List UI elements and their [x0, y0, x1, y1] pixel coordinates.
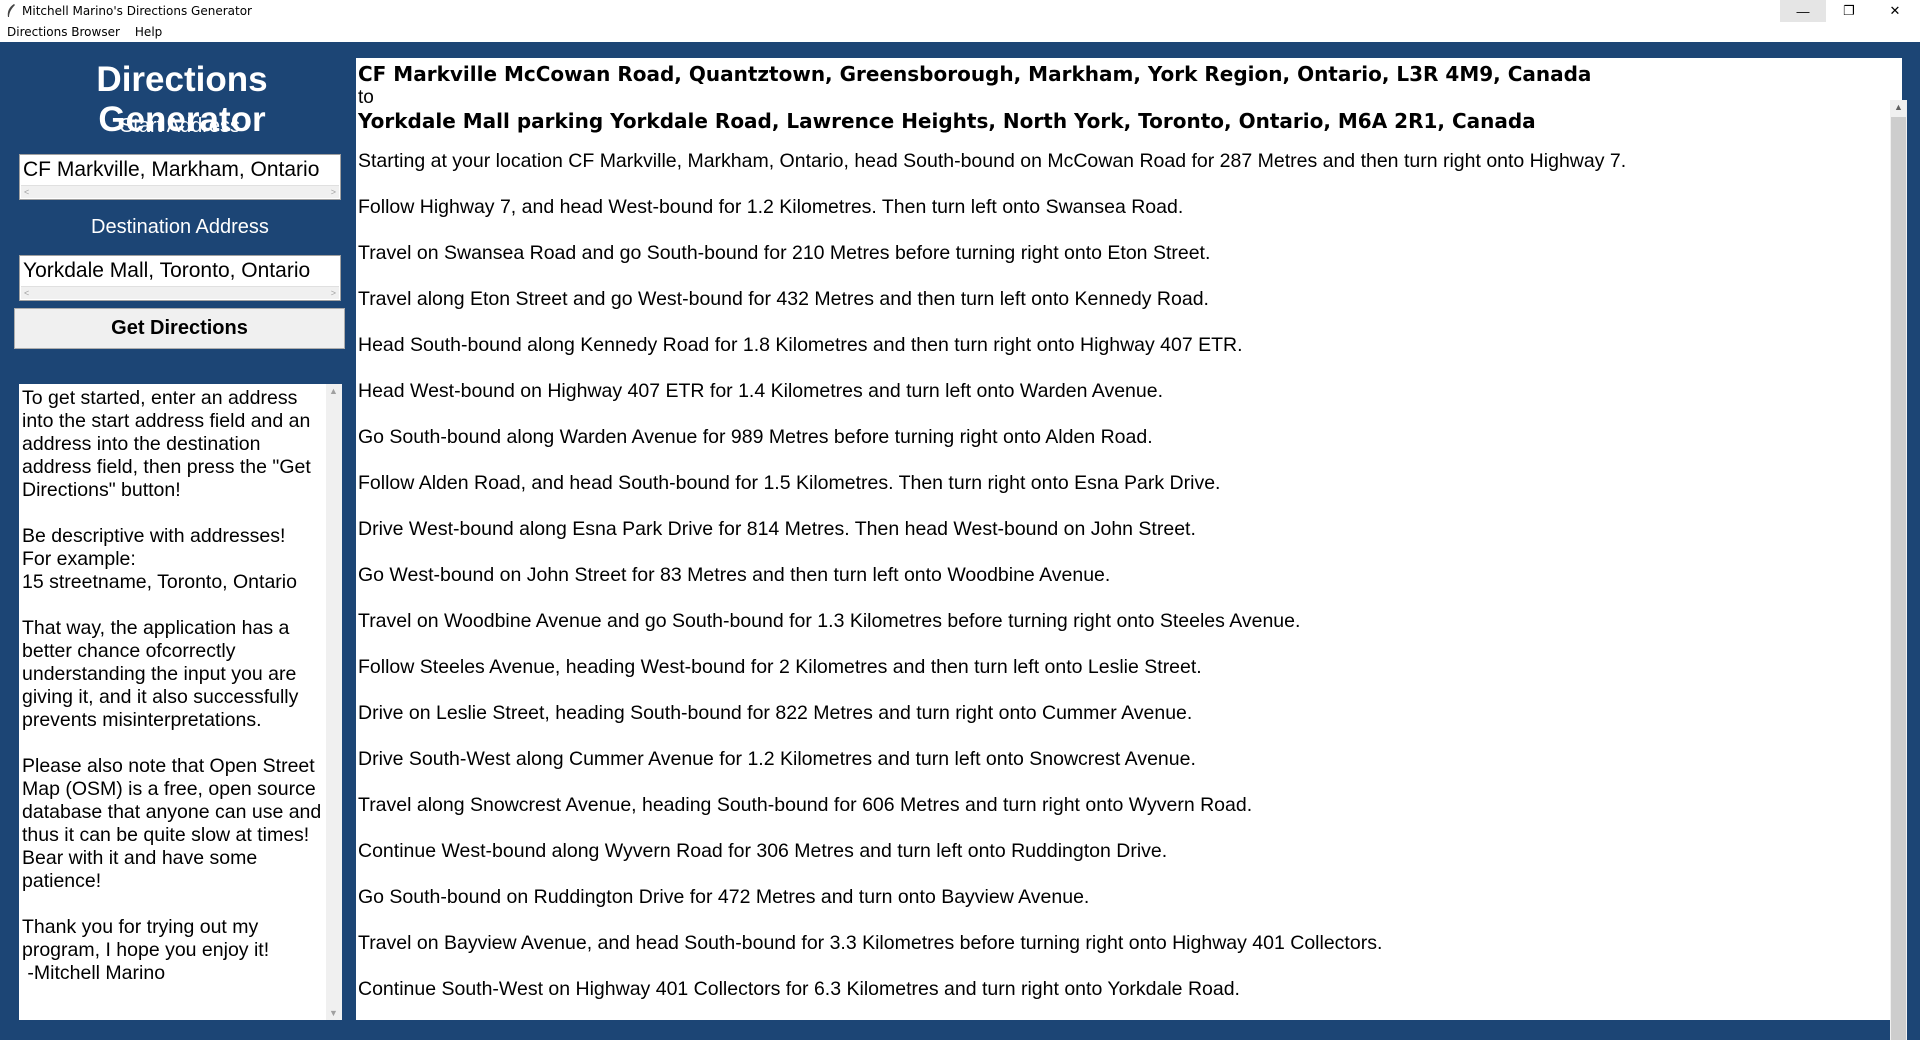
info-text-box[interactable]: To get started, enter an address into th…	[19, 384, 342, 1020]
start-address-input[interactable]	[22, 157, 338, 183]
start-address-label: Start Address	[119, 115, 241, 137]
direction-steps: Starting at your location CF Markville, …	[358, 150, 1626, 1020]
direction-step: Travel on Woodbine Avenue and go South-b…	[358, 610, 1301, 632]
direction-step: Head West-bound on Highway 407 ETR for 1…	[358, 380, 1164, 402]
menu-directions-browser[interactable]: Directions Browser	[0, 25, 128, 39]
route-origin: CF Markville McCowan Road, Quantztown, G…	[358, 62, 1592, 86]
direction-step: Travel along Eton Street and go West-bou…	[358, 288, 1209, 310]
sidebar: Directions Generator Start Address < > D…	[0, 42, 354, 1040]
route-summary: CF Markville McCowan Road, Quantztown, G…	[358, 62, 1591, 133]
menu-bar: Directions Browser Help	[0, 22, 1920, 42]
info-text: To get started, enter an address into th…	[22, 387, 322, 984]
scroll-up-icon[interactable]: ▲	[1894, 102, 1903, 112]
direction-step: Follow Highway 7, and head West-bound fo…	[358, 196, 1184, 218]
destination-address-scrollbar[interactable]: < >	[21, 286, 339, 299]
scroll-down-icon[interactable]: ▼	[329, 1008, 338, 1018]
direction-step: Drive South-West along Cummer Avenue for…	[358, 748, 1196, 770]
direction-step: Continue West-bound along Wyvern Road fo…	[358, 840, 1168, 862]
direction-step: Travel on Swansea Road and go South-boun…	[358, 242, 1211, 264]
destination-address-box: < >	[19, 255, 341, 301]
directions-scrollbar[interactable]: ▲ ▼	[1890, 100, 1907, 1040]
direction-step: Go South-bound along Warden Avenue for 9…	[358, 426, 1153, 448]
scrollbar-thumb[interactable]	[1891, 117, 1906, 1040]
direction-step: Go South-bound on Ruddington Drive for 4…	[358, 886, 1090, 908]
main-area: Directions Generator Start Address < > D…	[0, 42, 1920, 1040]
get-directions-button[interactable]: Get Directions	[14, 308, 345, 349]
directions-output[interactable]: CF Markville McCowan Road, Quantztown, G…	[356, 58, 1902, 1020]
scroll-left-icon[interactable]: <	[24, 187, 29, 197]
window-titlebar: Mitchell Marino's Directions Generator —…	[0, 0, 1920, 22]
destination-address-label: Destination Address	[91, 216, 269, 238]
scroll-left-icon[interactable]: <	[24, 288, 29, 298]
menu-help[interactable]: Help	[128, 25, 170, 39]
direction-step: Follow Alden Road, and head South-bound …	[358, 472, 1221, 494]
direction-step: Drive on Leslie Street, heading South-bo…	[358, 702, 1193, 724]
maximize-button[interactable]: ❐	[1826, 0, 1872, 22]
direction-step: Head South-bound along Kennedy Road for …	[358, 334, 1243, 356]
route-to-word: to	[358, 87, 374, 108]
scroll-up-icon[interactable]: ▲	[329, 386, 338, 396]
direction-step: Go West-bound on John Street for 83 Metr…	[358, 564, 1111, 586]
window-title: Mitchell Marino's Directions Generator	[22, 4, 252, 18]
minimize-button[interactable]: —	[1780, 0, 1826, 22]
direction-step: Travel on Bayview Avenue, and head South…	[358, 932, 1383, 954]
feather-icon	[7, 4, 15, 17]
destination-address-input[interactable]	[22, 258, 338, 284]
direction-step: Continue South-West on Highway 401 Colle…	[358, 978, 1240, 1000]
close-button[interactable]: ✕	[1872, 0, 1918, 22]
scroll-right-icon[interactable]: >	[331, 288, 336, 298]
route-destination: Yorkdale Mall parking Yorkdale Road, Law…	[358, 109, 1536, 133]
start-address-box: < >	[19, 154, 341, 200]
scroll-right-icon[interactable]: >	[331, 187, 336, 197]
start-address-scrollbar[interactable]: < >	[21, 185, 339, 198]
direction-step: Starting at your location CF Markville, …	[358, 150, 1627, 172]
direction-step: Travel along Snowcrest Avenue, heading S…	[358, 794, 1253, 816]
direction-step: Follow Steeles Avenue, heading West-boun…	[358, 656, 1202, 678]
direction-step: Drive West-bound along Esna Park Drive f…	[358, 518, 1196, 540]
info-scrollbar[interactable]: ▲ ▼	[326, 384, 342, 1020]
